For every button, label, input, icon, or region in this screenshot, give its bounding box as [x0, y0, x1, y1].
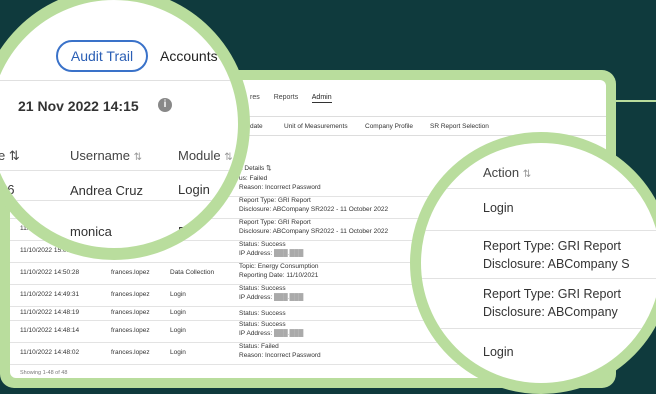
details-cell: Status: Success [239, 310, 286, 317]
tab-audit-trail[interactable]: Audit Trail [56, 40, 148, 72]
date-cell: 46 [0, 182, 15, 197]
accent-line [612, 100, 656, 102]
action-cell: Login [483, 345, 514, 359]
username-cell: frances.lopez [111, 269, 150, 276]
column-header-module[interactable]: Module ⇅ [178, 148, 233, 163]
details-cell: Report Type: GRI Report Disclosure: ABCom… [239, 219, 389, 235]
username-cell: Andrea Cruz [70, 183, 143, 198]
divider [421, 328, 656, 329]
module-cell: Login [170, 349, 186, 356]
details-cell: Status: Failed Reason: Incorrect Password [239, 343, 321, 359]
action-cell: Report Type: GRI Report Disclosure: ABCom… [483, 239, 630, 271]
pagination-summary: Showing 1-48 of 48 [20, 370, 68, 376]
action-cell: Report Type: GRI Report Disclosure: ABCom… [483, 287, 622, 319]
module-cell: Data Collection [170, 269, 215, 276]
nav-item-reports[interactable]: Reports [274, 94, 299, 101]
date-cell: 11/10/2022 14:48:14 [20, 327, 80, 334]
divider [0, 200, 238, 201]
module-cell: Repo [178, 224, 210, 239]
module-cell: Login [170, 291, 186, 298]
sort-icon: ⇅ [522, 169, 532, 180]
tab-accounts[interactable]: Accounts [160, 48, 218, 64]
divider [421, 188, 656, 189]
subnav-item-date[interactable]: date [250, 123, 263, 130]
sort-icon: ⇅ [224, 152, 233, 163]
divider [421, 278, 656, 279]
nav-item-measures[interactable]: res [250, 94, 260, 101]
column-header-username[interactable]: Username ⇅ [70, 148, 142, 163]
username-cell: frances.lopez [111, 309, 150, 316]
tab-settings-partial[interactable]: gs [0, 49, 6, 66]
date-cell: 11/10/2022 14:48:02 [20, 349, 80, 356]
details-cell: us: Failed Reason: Incorrect Password [239, 175, 321, 191]
details-cell: Status: Success IP Address: ███.███ [239, 321, 304, 337]
username-cell: frances.lopez [111, 349, 150, 356]
magnifier-right: Action ⇅ Login Report Type: GRI Report Di… [410, 132, 656, 394]
subnav-item-company-profile[interactable]: Company Profile [365, 123, 413, 130]
details-cell: Report Type: GRI Report Disclosure: ABCom… [239, 197, 389, 213]
divider [0, 170, 238, 171]
details-cell: Status: Success IP Address: ███.███ [239, 285, 304, 301]
action-cell: Login [483, 201, 514, 215]
subnav-item-units[interactable]: Unit of Measurements [284, 123, 348, 130]
info-icon[interactable]: i [158, 98, 172, 112]
module-cell: Login [170, 327, 186, 334]
top-nav: res Reports Admin [250, 94, 344, 103]
last-updated-date: 21 Nov 2022 14:15 [18, 98, 139, 114]
module-cell: Login [178, 182, 210, 197]
date-cell: 11/10/2022 14:50:28 [20, 269, 80, 276]
subnav-item-sr-report[interactable]: SR Report Selection [430, 123, 489, 130]
divider [421, 230, 656, 231]
sort-icon: ⇅ [133, 152, 142, 163]
divider [0, 80, 238, 81]
username-cell: monica [70, 224, 112, 239]
details-cell: Status: Success IP Address: ███.███ [239, 241, 304, 257]
date-cell: 11/10/2022 14:48:19 [20, 309, 80, 316]
column-header-details[interactable]: d Details ⇅ [239, 164, 272, 172]
details-cell: Topic: Energy Consumption Reporting Date:… [239, 263, 319, 279]
date-cell: 11/10/2022 14:49:31 [20, 291, 80, 298]
column-header-date[interactable]: e ⇅ [0, 148, 20, 164]
username-cell: frances.lopez [111, 291, 150, 298]
column-header-action[interactable]: Action ⇅ [483, 165, 531, 180]
username-cell: frances.lopez [111, 327, 150, 334]
nav-item-admin[interactable]: Admin [311, 94, 332, 103]
module-cell: Login [170, 309, 186, 316]
